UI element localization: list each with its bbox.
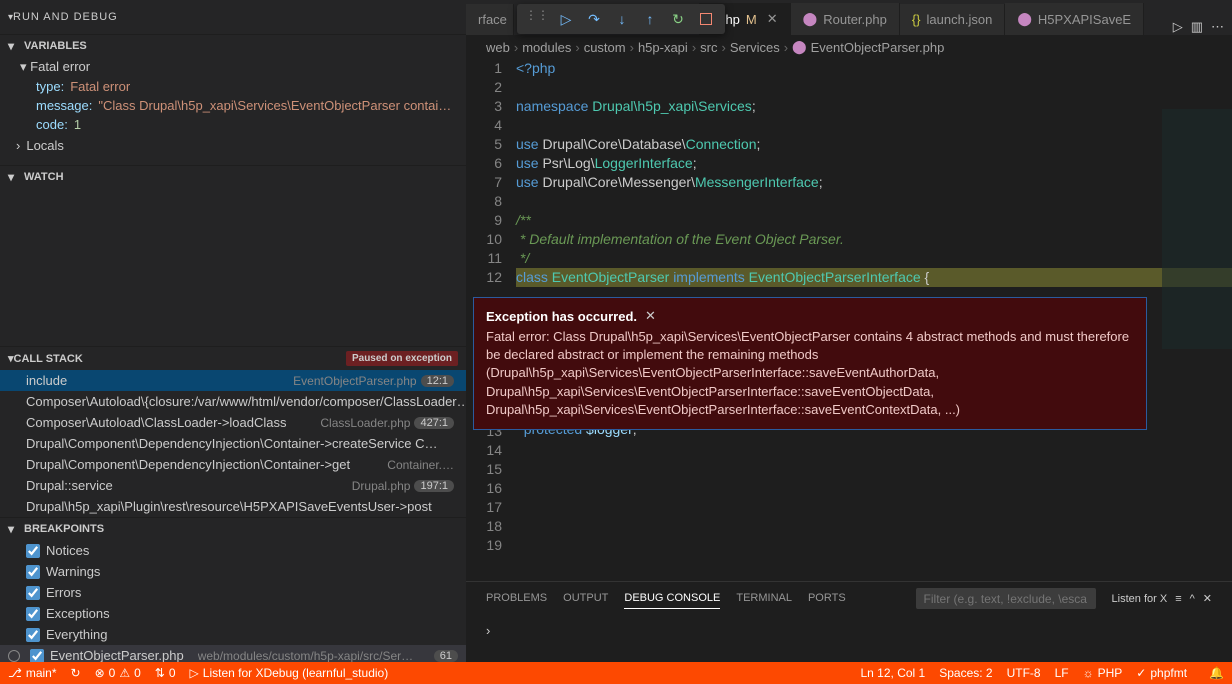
bottom-panel: PROBLEMS OUTPUT DEBUG CONSOLE TERMINAL P… xyxy=(466,581,1232,666)
collapse-icon[interactable]: ^ xyxy=(1190,593,1195,605)
minimap[interactable] xyxy=(1162,109,1232,349)
errors-count[interactable]: ⊗ 0 ⚠ 0 xyxy=(95,666,141,680)
clear-icon[interactable]: ≡ xyxy=(1175,593,1181,605)
callstack-frame[interactable]: Composer\Autoload\ClassLoader->loadClass… xyxy=(0,412,466,433)
bell-icon[interactable]: 🔔 xyxy=(1209,666,1224,680)
step-out-button[interactable]: ↑ xyxy=(639,8,661,30)
breakpoint-row[interactable]: Exceptions xyxy=(0,603,466,624)
paused-badge: Paused on exception xyxy=(346,351,458,366)
breakpoint-checkbox[interactable] xyxy=(26,544,40,558)
sync-button[interactable]: ↻ xyxy=(71,666,81,680)
breakpoint-row[interactable]: Errors xyxy=(0,582,466,603)
json-icon: {} xyxy=(912,12,921,27)
watch-section[interactable]: ▾ WATCH xyxy=(0,166,466,188)
indentation[interactable]: Spaces: 2 xyxy=(939,666,992,680)
editor-tab[interactable]: rface xyxy=(466,4,514,35)
exception-title: Exception has occurred. ✕ xyxy=(486,308,1134,324)
continue-button[interactable]: ▷ xyxy=(555,8,577,30)
variable-scope[interactable]: ▾ Fatal error xyxy=(20,57,466,77)
port-forward[interactable]: ⇅ 0 xyxy=(155,666,176,680)
breakpoint-checkbox[interactable] xyxy=(26,565,40,579)
debug-session-label[interactable]: Listen for X xyxy=(1112,593,1168,605)
step-over-button[interactable]: ↷ xyxy=(583,8,605,30)
stop-button[interactable] xyxy=(700,13,712,25)
step-into-button[interactable]: ↓ xyxy=(611,8,633,30)
formatter[interactable]: ✓ phpfmt xyxy=(1136,666,1187,680)
php-icon: ⬤ xyxy=(803,11,818,27)
callstack-frame[interactable]: Composer\Autoload\{closure:/var/www/html… xyxy=(0,391,466,412)
eol[interactable]: LF xyxy=(1055,666,1069,680)
breakpoint-checkbox[interactable] xyxy=(26,586,40,600)
tab-actions: ▷ ▥ ⋯ xyxy=(1165,19,1232,35)
callstack-section[interactable]: ▾ CALL STACK Paused on exception xyxy=(0,347,466,370)
debug-sidebar: ▾ VARIABLES ▾ Fatal error type: Fatal er… xyxy=(0,35,466,666)
panel-tab-terminal[interactable]: TERMINAL xyxy=(736,588,792,609)
breakpoint-circle-icon xyxy=(8,650,20,662)
php-icon: ⬤ xyxy=(1017,11,1032,27)
editor-tab[interactable]: ⬤Router.php xyxy=(791,3,900,35)
breakpoints-section[interactable]: ▾ BREAKPOINTS xyxy=(0,518,466,540)
run-debug-title: RUN AND DEBUG xyxy=(13,11,118,23)
play-icon[interactable]: ▷ xyxy=(1173,19,1183,35)
editor-tab[interactable]: {}launch.json xyxy=(900,4,1005,35)
breakpoint-checkbox[interactable] xyxy=(30,649,44,663)
callstack-frame[interactable]: Drupal\h5p_xapi\Plugin\rest\resource\H5P… xyxy=(0,496,466,517)
breakpoint-row[interactable]: Warnings xyxy=(0,561,466,582)
variable-row[interactable]: message: "Class Drupal\h5p_xapi\Services… xyxy=(36,96,466,115)
callstack-frame[interactable]: Drupal::serviceDrupal.php197:1 xyxy=(0,475,466,496)
chevron-down-icon: ▾ xyxy=(8,39,20,53)
breakpoint-row[interactable]: Everything xyxy=(0,624,466,645)
language-mode[interactable]: ☼ PHP xyxy=(1083,666,1123,680)
panel-tab-problems[interactable]: PROBLEMS xyxy=(486,588,547,609)
split-icon[interactable]: ▥ xyxy=(1191,19,1203,35)
panel-tab-ports[interactable]: PORTS xyxy=(808,588,846,609)
chevron-down-icon: ▾ xyxy=(8,522,20,536)
exception-popup: Exception has occurred. ✕ Fatal error: C… xyxy=(473,297,1147,430)
filter-input[interactable] xyxy=(916,588,1096,609)
panel-tab-output[interactable]: OUTPUT xyxy=(563,588,608,609)
callstack-frame[interactable]: Drupal\Component\DependencyInjection\Con… xyxy=(0,433,466,454)
close-icon[interactable]: ✕ xyxy=(645,308,656,324)
variables-section[interactable]: ▾ VARIABLES xyxy=(0,35,466,57)
encoding[interactable]: UTF-8 xyxy=(1007,666,1041,680)
statusbar: ⎇ main* ↻ ⊗ 0 ⚠ 0 ⇅ 0 ▷ Listen for XDebu… xyxy=(0,662,1232,684)
debug-console-chevron[interactable]: › xyxy=(466,615,1232,646)
variable-row[interactable]: code: 1 xyxy=(36,115,466,134)
chevron-down-icon: ▾ xyxy=(8,170,20,184)
breakpoint-checkbox[interactable] xyxy=(26,607,40,621)
callstack-frame[interactable]: Drupal\Component\DependencyInjection\Con… xyxy=(0,454,466,475)
debug-status[interactable]: ▷ Listen for XDebug (learnful_studio) xyxy=(190,666,389,680)
more-icon[interactable]: ⋯ xyxy=(1211,19,1224,35)
breadcrumb[interactable]: web› modules› custom› h5p-xapi› src› Ser… xyxy=(466,35,1232,59)
breakpoint-row[interactable]: Notices xyxy=(0,540,466,561)
variable-scope[interactable]: ›Locals xyxy=(0,134,466,157)
cursor-position[interactable]: Ln 12, Col 1 xyxy=(861,666,926,680)
exception-body: Fatal error: Class Drupal\h5p_xapi\Servi… xyxy=(486,328,1134,419)
breakpoint-checkbox[interactable] xyxy=(26,628,40,642)
debug-toolbar[interactable]: ⋮⋮ ▷ ↷ ↓ ↑ ↻ xyxy=(517,4,725,34)
panel-tab-debug-console[interactable]: DEBUG CONSOLE xyxy=(624,588,720,609)
modified-indicator: M xyxy=(746,12,757,27)
restart-button[interactable]: ↻ xyxy=(667,8,689,30)
callstack-frame[interactable]: includeEventObjectParser.php12:1 xyxy=(0,370,466,391)
close-icon[interactable]: ✕ xyxy=(767,11,778,27)
close-icon[interactable]: ✕ xyxy=(1203,592,1212,605)
git-branch[interactable]: ⎇ main* xyxy=(8,666,57,680)
variable-row[interactable]: type: Fatal error xyxy=(36,77,466,96)
editor-tab[interactable]: ⬤H5PXAPISaveE xyxy=(1005,3,1144,35)
drag-handle-icon[interactable]: ⋮⋮ xyxy=(525,8,549,30)
